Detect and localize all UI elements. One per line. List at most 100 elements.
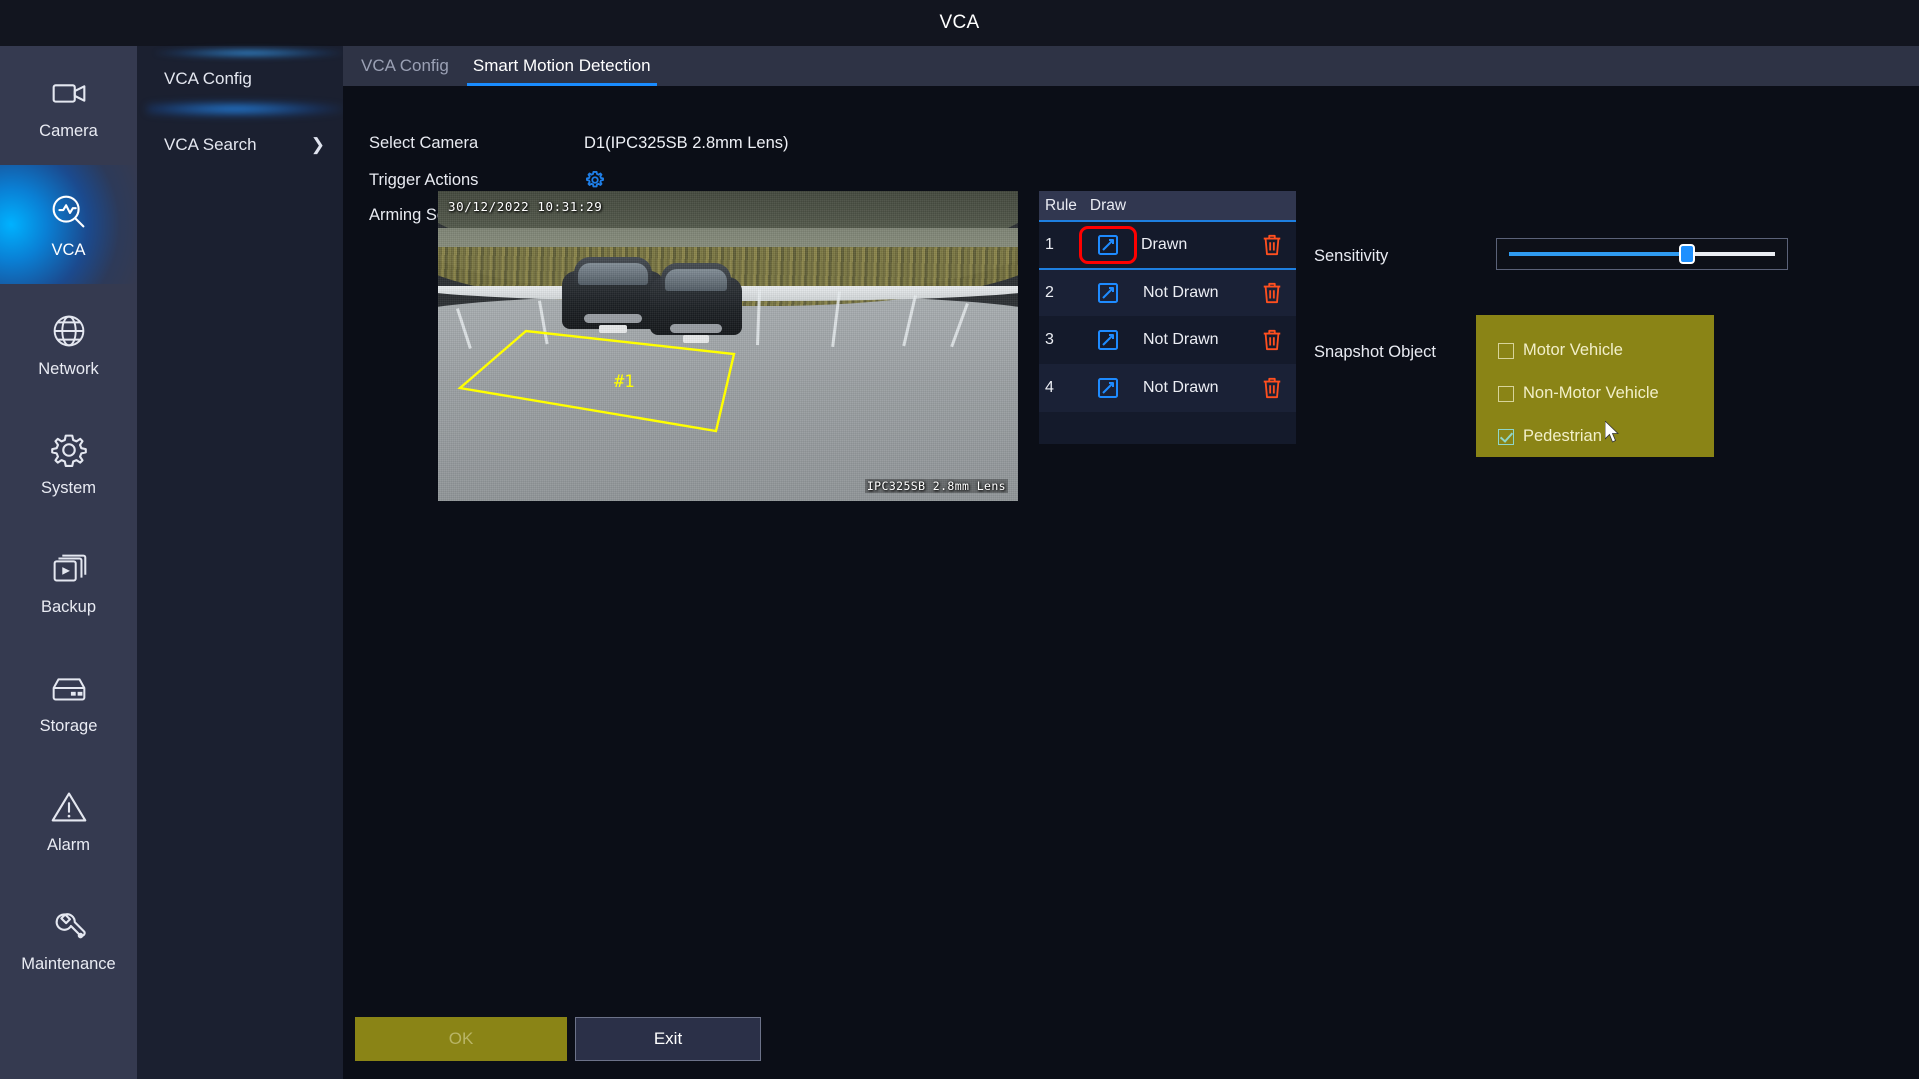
submenu-item-vca-config[interactable]: VCA Config <box>137 46 343 112</box>
sidebar-item-label: Alarm <box>46 836 91 854</box>
rule-number: 2 <box>1045 284 1054 301</box>
sidebar-item-alarm[interactable]: Alarm <box>0 760 137 879</box>
tab-smart-motion-detection[interactable]: Smart Motion Detection <box>461 46 663 86</box>
edit-draw-icon[interactable] <box>1096 281 1120 305</box>
ok-button-label: OK <box>448 1029 474 1048</box>
rule-state: Not Drawn <box>1143 284 1219 301</box>
camera-preview[interactable]: #1 30/12/2022 10:31:29 IPC325SB 2.8mm Le… <box>438 191 1018 501</box>
trash-icon[interactable] <box>1261 328 1283 352</box>
rule-state: Drawn <box>1141 236 1188 253</box>
draw-cell[interactable] <box>1077 376 1139 400</box>
column-header-draw: Draw <box>1089 196 1127 214</box>
sidebar-item-label: Network <box>38 360 99 378</box>
sidebar-item-label: System <box>40 479 96 497</box>
tab-strip: VCA Config Smart Motion Detection <box>343 46 1919 86</box>
rule-table-header: Rule Draw <box>1039 191 1296 220</box>
sidebar-item-camera[interactable]: Camera <box>0 46 137 165</box>
slider-knob[interactable] <box>1679 244 1696 264</box>
checkbox-label: Non-Motor Vehicle <box>1523 384 1659 402</box>
sidebar-item-system[interactable]: System <box>0 403 137 522</box>
draw-cell[interactable] <box>1077 281 1139 305</box>
sidebar-item-storage[interactable]: Storage <box>0 641 137 760</box>
car-windshield <box>664 269 728 291</box>
select-camera-label: Select Camera <box>369 134 479 152</box>
row-trigger-actions: Trigger Actions <box>369 169 606 191</box>
row-select-camera: Select Camera D1(IPC325SB 2.8mm Lens) <box>369 134 789 153</box>
table-row[interactable]: 2 Not Drawn <box>1039 268 1296 316</box>
car-plate <box>683 335 709 343</box>
rule-state: Not Drawn <box>1143 379 1219 396</box>
sidebar-item-label: Maintenance <box>21 955 116 973</box>
delete-rule-button[interactable] <box>1248 281 1296 305</box>
alarm-icon <box>46 784 92 830</box>
table-row[interactable]: 3 Not Drawn <box>1039 316 1296 364</box>
submenu-panel: VCA Config VCA Search ❯ <box>137 46 343 1079</box>
ok-button[interactable]: OK <box>355 1017 567 1061</box>
chevron-right-icon: ❯ <box>310 135 325 154</box>
draw-cell-highlighted[interactable] <box>1079 226 1137 264</box>
gear-icon <box>46 427 92 473</box>
submenu-item-vca-search[interactable]: VCA Search ❯ <box>137 112 343 178</box>
trash-icon[interactable] <box>1261 233 1283 257</box>
select-camera-value[interactable]: D1(IPC325SB 2.8mm Lens) <box>584 134 789 153</box>
wrench-icon <box>46 903 92 949</box>
edit-draw-icon[interactable] <box>1096 233 1120 257</box>
edit-draw-icon[interactable] <box>1096 376 1120 400</box>
sidebar-item-backup[interactable]: Backup <box>0 522 137 641</box>
mouse-cursor-icon <box>1605 421 1619 443</box>
preview-timestamp: 30/12/2022 10:31:29 <box>448 199 603 214</box>
edit-draw-icon[interactable] <box>1096 328 1120 352</box>
checkbox-icon[interactable] <box>1498 385 1514 402</box>
sidebar-item-label: Backup <box>40 598 97 616</box>
tab-label: VCA Config <box>361 56 449 75</box>
snapshot-object-panel: Motor Vehicle Non-Motor Vehicle Pedestri… <box>1476 315 1714 457</box>
sidebar-item-label: Camera <box>39 122 98 140</box>
window-title: VCA <box>939 12 980 33</box>
checkbox-icon-checked[interactable] <box>1498 428 1514 445</box>
sidebar-item-label: Storage <box>39 717 98 735</box>
storage-icon <box>46 665 92 711</box>
sensitivity-label: Sensitivity <box>1314 247 1389 265</box>
car-plate <box>598 325 628 333</box>
checkbox-non-motor-vehicle[interactable]: Non-Motor Vehicle <box>1498 372 1714 415</box>
sidebar-item-network[interactable]: Network <box>0 284 137 403</box>
column-header-rule: Rule <box>1045 196 1077 214</box>
trigger-actions-gear-icon[interactable] <box>584 169 606 191</box>
rule-state: Not Drawn <box>1143 331 1219 348</box>
trigger-actions-label: Trigger Actions <box>369 170 479 189</box>
sidebar-item-maintenance[interactable]: Maintenance <box>0 879 137 998</box>
tab-vca-config[interactable]: VCA Config <box>349 46 461 86</box>
sidebar-item-label: VCA <box>51 241 86 259</box>
checkbox-icon[interactable] <box>1498 342 1514 359</box>
sensitivity-slider[interactable] <box>1496 238 1788 270</box>
car-grille <box>670 324 722 333</box>
rule-number: 1 <box>1045 236 1054 253</box>
sidebar-item-vca[interactable]: VCA <box>0 165 137 284</box>
sidebar-rail: Camera VCA Network System Backup Storage… <box>0 46 137 1079</box>
draw-cell[interactable] <box>1077 328 1139 352</box>
exit-button[interactable]: Exit <box>575 1017 761 1061</box>
checkbox-label: Motor Vehicle <box>1523 341 1623 359</box>
delete-rule-button[interactable] <box>1248 376 1296 400</box>
vca-window: VCA Camera VCA Network System Backup Sto… <box>0 0 1919 1079</box>
checkbox-motor-vehicle[interactable]: Motor Vehicle <box>1498 329 1714 372</box>
snapshot-object-label: Snapshot Object <box>1314 343 1436 361</box>
camera-icon <box>46 70 92 116</box>
submenu-item-label: VCA Config <box>164 69 252 88</box>
table-row[interactable]: 1 Drawn <box>1039 220 1296 268</box>
trash-icon[interactable] <box>1261 376 1283 400</box>
trash-icon[interactable] <box>1261 281 1283 305</box>
checkbox-label: Pedestrian <box>1523 427 1602 445</box>
car-windshield <box>578 263 648 285</box>
table-row[interactable]: 4 Not Drawn <box>1039 364 1296 412</box>
delete-rule-button[interactable] <box>1248 328 1296 352</box>
preview-camera-overlay: IPC325SB 2.8mm Lens <box>864 479 1008 493</box>
rule-table: Rule Draw 1 Drawn 2 Not Drawn 3 Not Draw… <box>1039 191 1296 444</box>
exit-button-label: Exit <box>653 1029 683 1048</box>
preview-car <box>562 257 664 335</box>
vca-icon <box>46 189 92 235</box>
delete-rule-button[interactable] <box>1248 233 1296 257</box>
slider-track[interactable] <box>1509 244 1775 264</box>
backup-icon <box>46 546 92 592</box>
preview-car <box>650 263 742 345</box>
